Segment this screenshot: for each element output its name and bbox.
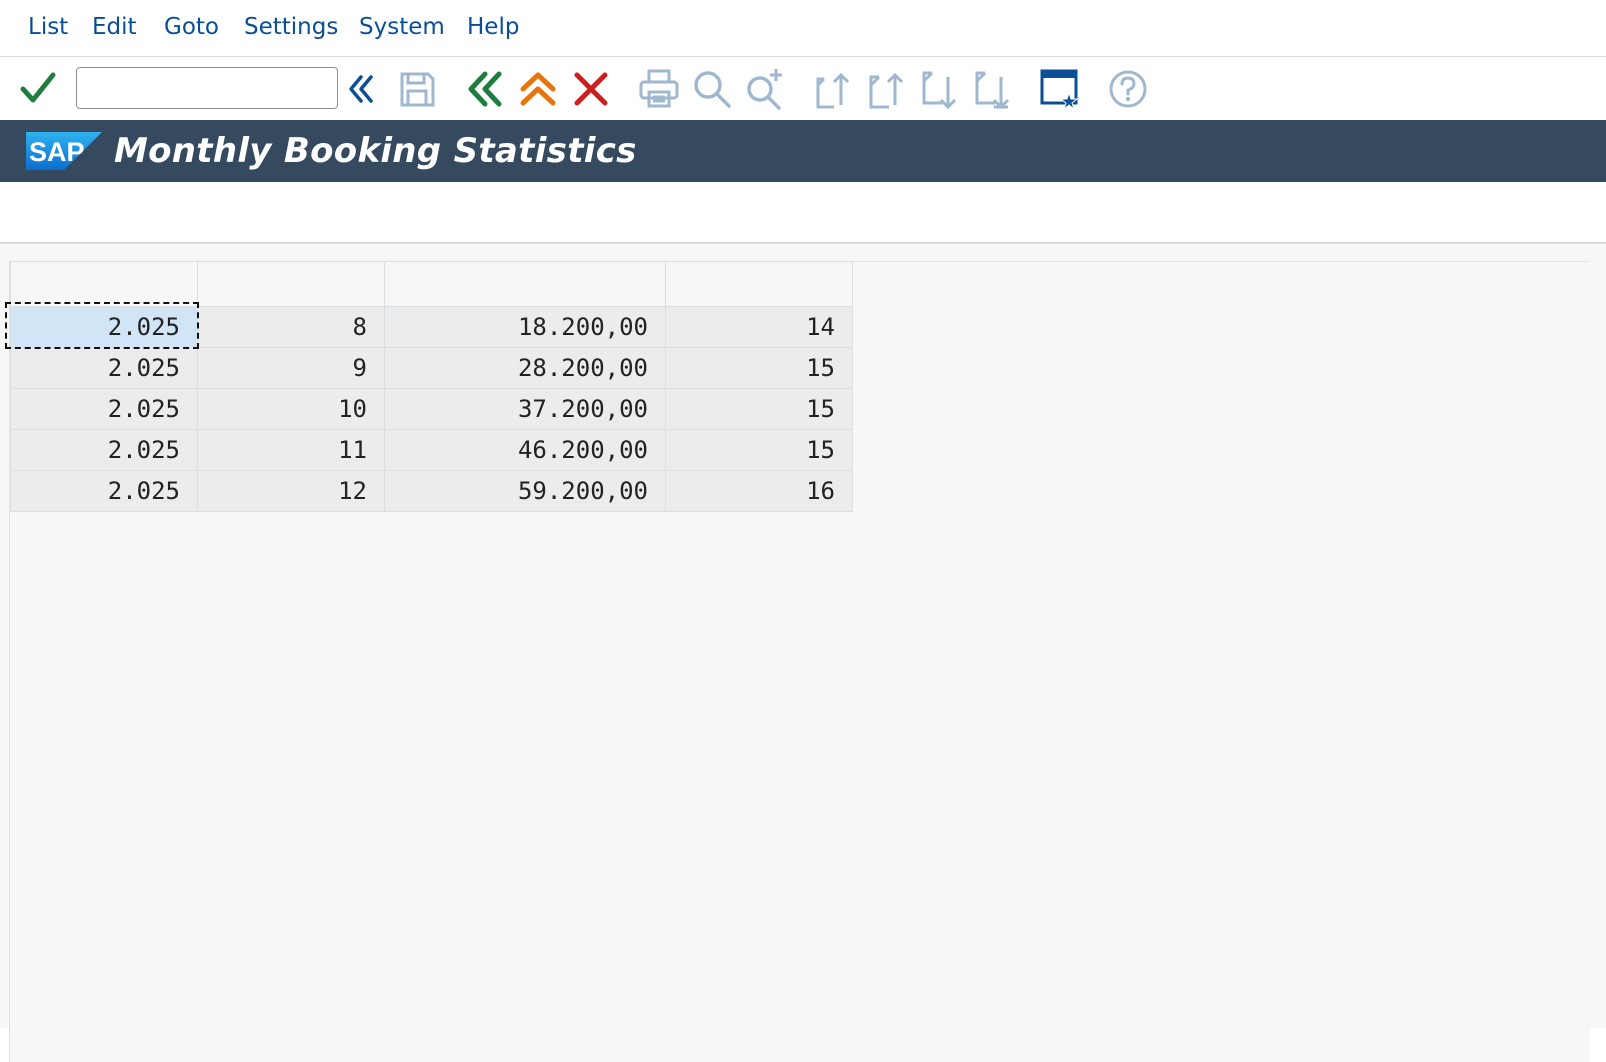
toolbar: [0, 57, 1606, 120]
print-icon[interactable]: [637, 67, 681, 111]
table-cell[interactable]: 37.200,00: [384, 388, 666, 430]
previous-page-icon[interactable]: [863, 67, 907, 111]
command-field[interactable]: [76, 67, 338, 109]
checkmark-icon[interactable]: [17, 67, 61, 111]
last-page-icon[interactable]: [969, 67, 1013, 111]
expand-history-icon[interactable]: [339, 67, 383, 111]
exit-icon[interactable]: [516, 67, 560, 111]
title-bar: SAP Monthly Booking Statistics: [0, 120, 1606, 182]
help-icon[interactable]: [1106, 67, 1150, 111]
find-icon[interactable]: [690, 67, 734, 111]
table-row[interactable]: 2.025 8 18.200,00 14: [10, 306, 853, 348]
table-cell[interactable]: 12: [197, 470, 385, 512]
save-icon[interactable]: [395, 67, 439, 111]
menu-help[interactable]: Help: [467, 12, 519, 42]
table-cell[interactable]: 15: [665, 388, 853, 430]
table-cell[interactable]: 2.025: [10, 429, 198, 471]
find-next-icon[interactable]: [742, 67, 786, 111]
column-header[interactable]: [384, 261, 666, 307]
table-cell[interactable]: 18.200,00: [384, 306, 666, 348]
back-icon[interactable]: [463, 67, 507, 111]
column-header[interactable]: [197, 261, 385, 307]
table-cell[interactable]: 14: [665, 306, 853, 348]
table-cell[interactable]: 15: [665, 429, 853, 471]
table-cell[interactable]: 46.200,00: [384, 429, 666, 471]
menu-list[interactable]: List: [28, 12, 68, 42]
customize-layout-icon[interactable]: [1037, 67, 1081, 111]
table-cell[interactable]: 2.025: [10, 306, 198, 348]
table-cell[interactable]: 28.200,00: [384, 347, 666, 389]
menu-edit[interactable]: Edit: [92, 12, 137, 42]
table-row[interactable]: 2.025 12 59.200,00 16: [10, 470, 853, 512]
application-toolbar-area: [0, 182, 1606, 244]
table-cell[interactable]: 16: [665, 470, 853, 512]
table-cell[interactable]: 2.025: [10, 470, 198, 512]
table-row[interactable]: 2.025 9 28.200,00 15: [10, 347, 853, 389]
table-cell[interactable]: 11: [197, 429, 385, 471]
table-cell[interactable]: 59.200,00: [384, 470, 666, 512]
statistics-table: 2.025 8 18.200,00 14 2.025 9 28.200,00 1…: [10, 261, 853, 512]
svg-text:SAP: SAP: [29, 137, 85, 167]
table-cell[interactable]: 10: [197, 388, 385, 430]
menu-settings[interactable]: Settings: [244, 12, 338, 42]
table-header-row: [10, 261, 853, 307]
first-page-icon[interactable]: [810, 67, 854, 111]
cancel-icon[interactable]: [569, 67, 613, 111]
next-page-icon[interactable]: [916, 67, 960, 111]
column-header[interactable]: [10, 261, 198, 307]
sap-logo: SAP: [26, 132, 102, 170]
table-row[interactable]: 2.025 11 46.200,00 15: [10, 429, 853, 471]
table-cell[interactable]: 2.025: [10, 347, 198, 389]
menu-goto[interactable]: Goto: [164, 12, 219, 42]
column-header[interactable]: [665, 261, 853, 307]
table-cell[interactable]: 8: [197, 306, 385, 348]
table-row[interactable]: 2.025 10 37.200,00 15: [10, 388, 853, 430]
table-cell[interactable]: 9: [197, 347, 385, 389]
table-cell[interactable]: 2.025: [10, 388, 198, 430]
menu-bar: List Edit Goto Settings System Help: [0, 0, 1606, 57]
menu-system[interactable]: System: [359, 12, 445, 42]
page-title: Monthly Booking Statistics: [114, 131, 637, 171]
table-cell[interactable]: 15: [665, 347, 853, 389]
